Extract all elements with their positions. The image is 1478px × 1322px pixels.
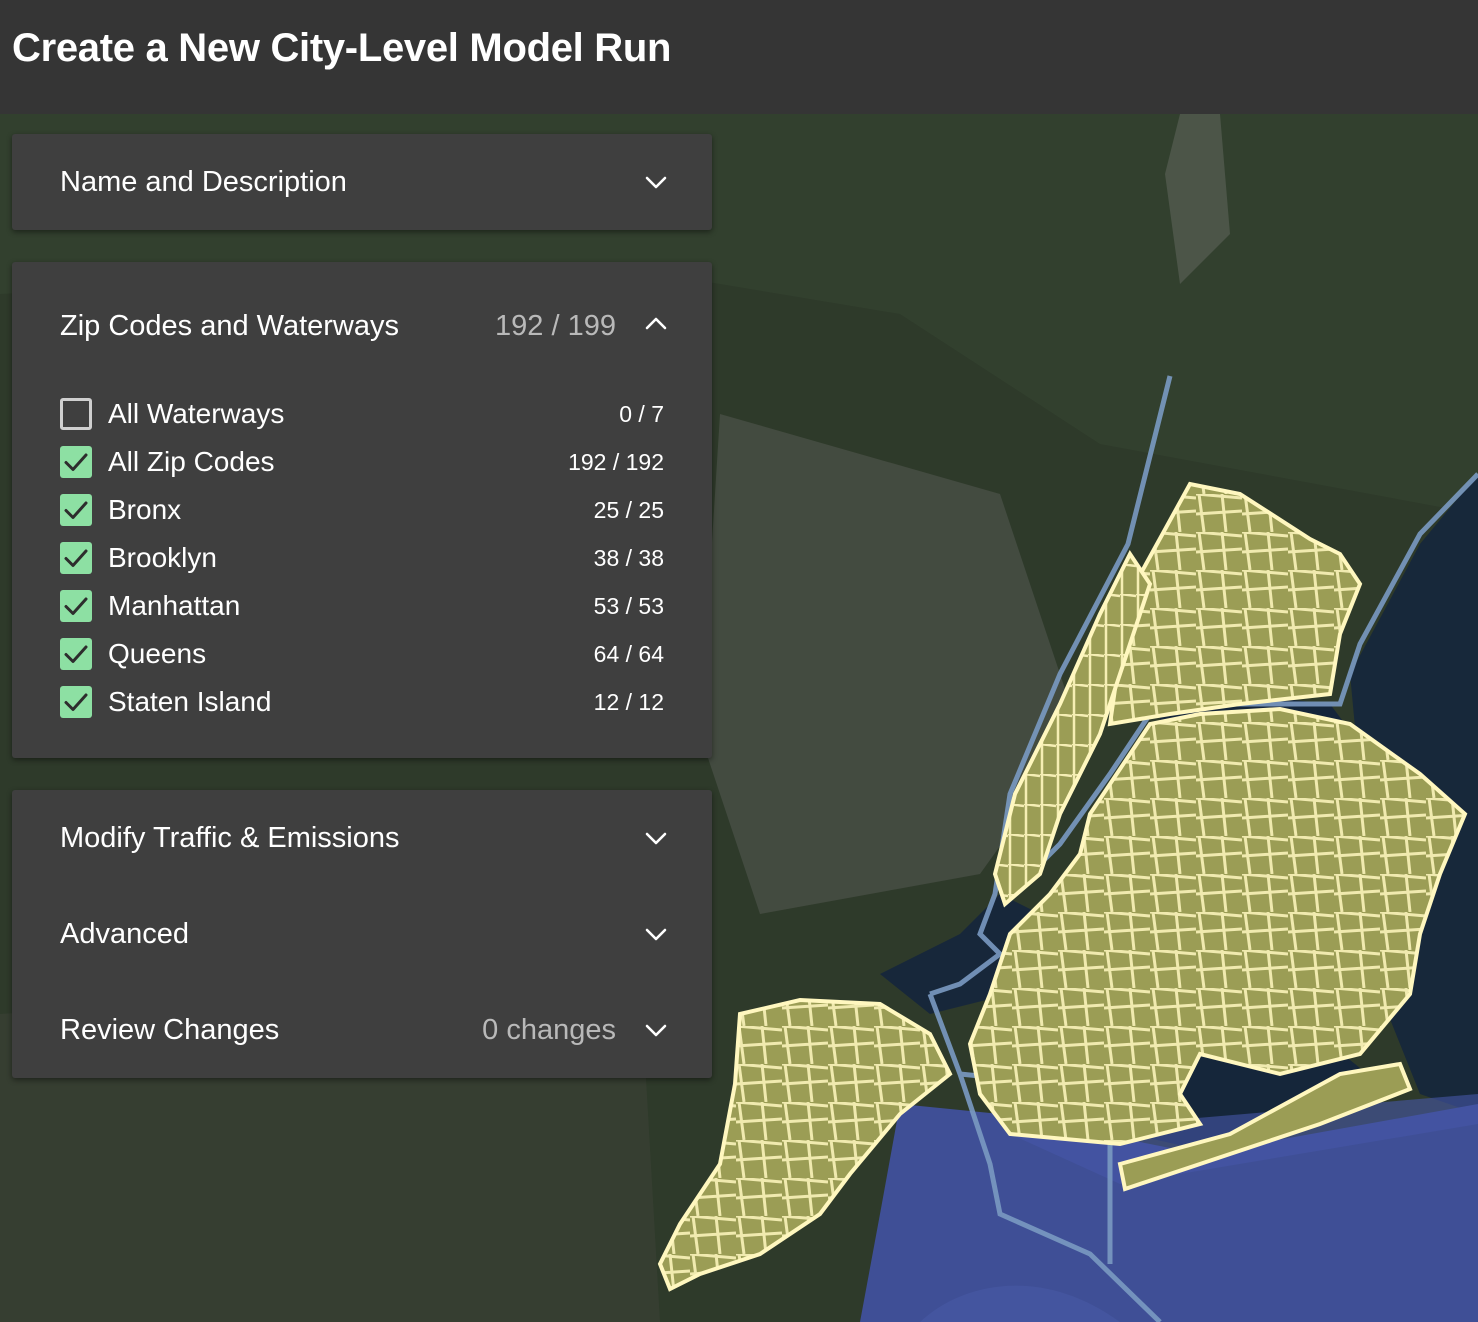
chevron-down-icon[interactable] [644,826,668,850]
zip-waterways-count: 192 / 199 [495,310,616,342]
queens-option[interactable]: Queens 64 / 64 [60,630,664,678]
page-title: Create a New City-Level Model Run [12,26,672,70]
chevron-down-icon[interactable] [644,170,668,194]
all-zip-codes-option[interactable]: All Zip Codes 192 / 192 [60,438,664,486]
all-waterways-option[interactable]: All Waterways 0 / 7 [60,390,664,438]
bronx-option[interactable]: Bronx 25 / 25 [60,486,664,534]
zip-code-list: All Waterways 0 / 7 All Zip Codes 192 / … [60,390,664,726]
all-waterways-count: 0 / 7 [619,401,664,427]
brooklyn-option[interactable]: Brooklyn 38 / 38 [60,534,664,582]
staten-island-checkbox[interactable] [60,686,92,718]
brooklyn-label: Brooklyn [108,542,217,573]
brooklyn-count: 38 / 38 [593,545,664,571]
all-zip-codes-checkbox[interactable] [60,446,92,478]
review-changes-header[interactable]: Review Changes 0 changes [12,982,712,1078]
queens-checkbox[interactable] [60,638,92,670]
name-description-title: Name and Description [60,166,347,198]
review-changes-title: Review Changes [60,1014,280,1046]
advanced-header[interactable]: Advanced [12,886,712,982]
modify-traffic-header[interactable]: Modify Traffic & Emissions [12,790,712,886]
zip-waterways-title: Zip Codes and Waterways [60,310,400,342]
all-zip-codes-label: All Zip Codes [108,446,275,477]
all-waterways-checkbox[interactable] [60,398,92,430]
modify-traffic-title: Modify Traffic & Emissions [60,822,400,854]
chevron-up-icon[interactable] [644,312,668,336]
name-description-header[interactable]: Name and Description [12,134,712,230]
manhattan-option[interactable]: Manhattan 53 / 53 [60,582,664,630]
brooklyn-checkbox[interactable] [60,542,92,574]
staten-island-option[interactable]: Staten Island 12 / 12 [60,678,664,726]
bronx-label: Bronx [108,494,182,525]
review-changes-count: 0 changes [482,1014,616,1046]
chevron-down-icon[interactable] [644,1018,668,1042]
name-description-panel: Name and Description [12,134,712,230]
zip-waterways-panel: Zip Codes and Waterways 192 / 199 All Wa… [12,262,712,758]
queens-count: 64 / 64 [593,641,664,667]
bronx-count: 25 / 25 [593,497,664,523]
queens-label: Queens [108,638,207,669]
chevron-down-icon[interactable] [644,922,668,946]
staten-island-label: Staten Island [108,686,272,717]
staten-island-count: 12 / 12 [593,689,664,715]
manhattan-label: Manhattan [108,590,241,621]
zip-waterways-header[interactable]: Zip Codes and Waterways 192 / 199 [12,262,712,390]
bronx-checkbox[interactable] [60,494,92,526]
title-bar: Create a New City-Level Model Run [0,0,1478,114]
advanced-title: Advanced [60,918,189,950]
manhattan-checkbox[interactable] [60,590,92,622]
all-waterways-label: All Waterways [108,398,285,429]
manhattan-count: 53 / 53 [593,593,664,619]
all-zip-codes-count: 192 / 192 [568,449,664,475]
settings-panel-group: Modify Traffic & Emissions Advanced Revi… [12,790,712,1078]
